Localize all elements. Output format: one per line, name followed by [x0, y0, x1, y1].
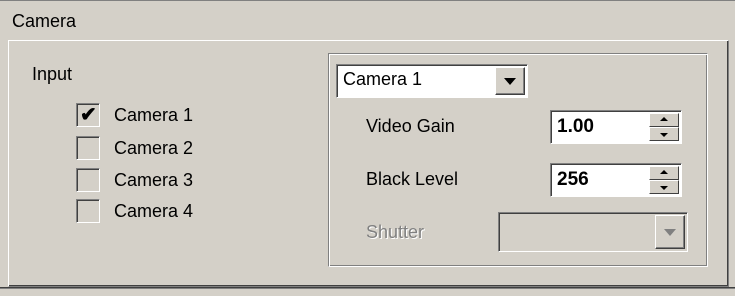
black-level-label: Black Level — [366, 169, 459, 189]
bottom-divider — [0, 287, 735, 289]
camera-2-checkbox[interactable] — [76, 136, 100, 160]
input-label: Input — [32, 64, 73, 84]
arrow-up-icon — [660, 170, 668, 174]
video-gain-increment-button[interactable] — [649, 113, 679, 127]
camera-3-checkbox[interactable] — [76, 168, 100, 192]
shutter-select — [498, 212, 688, 252]
video-gain-value[interactable]: 1.00 — [557, 116, 594, 138]
arrow-down-icon — [660, 186, 668, 190]
camera-1-label: Camera 1 — [114, 105, 194, 125]
camera-3-label: Camera 3 — [114, 170, 194, 190]
black-level-value[interactable]: 256 — [557, 169, 589, 191]
section-title: Camera — [12, 11, 77, 31]
shutter-dropdown-button — [655, 215, 685, 249]
camera-4-checkbox[interactable] — [76, 199, 100, 223]
black-level-spinner[interactable]: 256 — [550, 163, 682, 197]
chevron-down-icon — [664, 229, 676, 236]
checkmark-icon: ✔ — [80, 104, 97, 126]
black-level-decrement-button[interactable] — [649, 180, 679, 194]
black-level-spin-buttons — [649, 166, 679, 194]
chevron-down-icon — [504, 78, 516, 85]
video-gain-decrement-button[interactable] — [649, 127, 679, 141]
section-header: Camera — [0, 0, 735, 40]
camera-1-checkbox[interactable]: ✔ — [76, 103, 100, 127]
arrow-up-icon — [660, 117, 668, 121]
camera-select-value: Camera 1 — [343, 69, 423, 89]
camera-select[interactable]: Camera 1 — [336, 64, 528, 98]
camera-2-label: Camera 2 — [114, 138, 194, 158]
camera-4-label: Camera 4 — [114, 201, 194, 221]
camera-select-dropdown-button[interactable] — [495, 67, 525, 95]
video-gain-spin-buttons — [649, 113, 679, 141]
black-level-increment-button[interactable] — [649, 166, 679, 180]
video-gain-label: Video Gain — [366, 116, 455, 136]
shutter-label: Shutter — [366, 222, 425, 242]
video-gain-spinner[interactable]: 1.00 — [550, 110, 682, 144]
arrow-down-icon — [660, 133, 668, 137]
